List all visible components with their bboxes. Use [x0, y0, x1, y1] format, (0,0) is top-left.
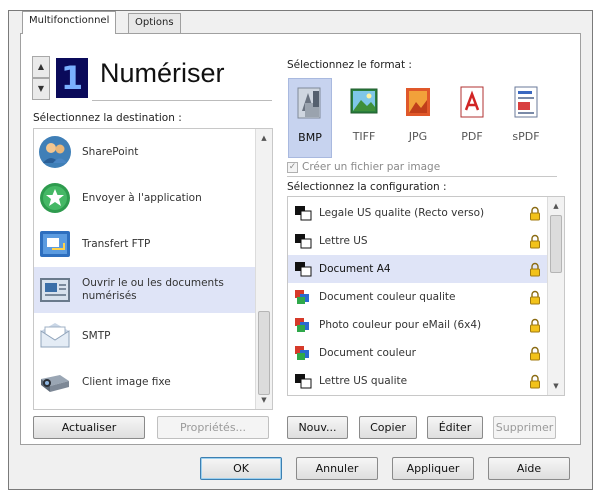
format-label-jpg: JPG: [408, 130, 428, 143]
config-item-label: Document A4: [319, 263, 391, 275]
destination-item-smtp[interactable]: SMTP: [34, 313, 255, 359]
config-item-label: Legale US qualite (Recto verso): [319, 207, 485, 219]
format-bmp[interactable]: BMP: [288, 78, 332, 158]
format-label-bmp: BMP: [298, 131, 322, 144]
apply-button[interactable]: Appliquer: [392, 457, 474, 480]
configuration-list[interactable]: Legale US qualite (Recto verso) Lettre U…: [287, 196, 565, 396]
format-spdf[interactable]: sPDF: [504, 78, 548, 158]
destination-item-open-documents[interactable]: Ouvrir le ou les documents numérisés: [34, 267, 255, 313]
destination-item-label-line1: Ouvrir le ou les documents: [82, 277, 224, 289]
spinner-up-arrow-icon[interactable]: ▲: [32, 56, 50, 78]
destination-item-send-to-app[interactable]: Envoyer à l'application: [34, 175, 255, 221]
properties-button: Propriétés...: [157, 416, 269, 439]
destination-item-label: Transfert FTP: [82, 237, 151, 250]
new-config-button[interactable]: Nouv...: [287, 416, 348, 439]
help-button[interactable]: Aide: [488, 457, 570, 480]
send-to-app-icon: [40, 183, 70, 213]
scrollbar-thumb[interactable]: [550, 215, 562, 273]
tab-options[interactable]: Options: [128, 13, 181, 33]
format-label-pdf: PDF: [461, 130, 483, 143]
ok-button[interactable]: OK: [200, 457, 282, 480]
config-item-document-couleur-qualite[interactable]: Document couleur qualite: [288, 283, 547, 311]
destination-item-label: SMTP: [82, 329, 111, 342]
format-label-spdf: sPDF: [512, 130, 540, 143]
destination-item-label: SharePoint: [82, 145, 139, 158]
lock-icon: [530, 290, 540, 304]
configuration-scrollbar[interactable]: ▲ ▼: [547, 197, 564, 395]
jpg-format-icon: [406, 88, 430, 116]
config-item-photo-couleur-email[interactable]: Photo couleur pour eMail (6x4): [288, 311, 547, 339]
config-item-document-couleur[interactable]: Document couleur: [288, 339, 547, 367]
edit-config-button[interactable]: Éditer: [427, 416, 483, 439]
config-item-label: Lettre US qualite: [319, 375, 408, 387]
color-config-icon: [295, 346, 309, 360]
copy-config-button[interactable]: Copier: [359, 416, 417, 439]
scroll-up-arrow-icon[interactable]: ▲: [548, 199, 564, 213]
pdf-format-icon: [460, 86, 484, 118]
smtp-icon: [40, 323, 70, 348]
lock-icon: [530, 262, 540, 276]
scroll-down-arrow-icon[interactable]: ▼: [548, 379, 564, 393]
format-jpg[interactable]: JPG: [396, 78, 440, 158]
tab-multifonctionnel[interactable]: Multifonctionnel: [22, 11, 117, 34]
config-item-legale-us-qualite[interactable]: Legale US qualite (Recto verso): [288, 199, 547, 227]
lock-icon: [530, 206, 540, 220]
color-config-icon: [295, 290, 309, 304]
destination-item-ftp[interactable]: Transfert FTP: [34, 221, 255, 267]
spdf-format-icon: [514, 86, 538, 118]
spinner-down-arrow-icon[interactable]: ▼: [32, 78, 50, 100]
open-documents-icon: [40, 278, 70, 302]
destination-label: Sélectionnez la destination :: [33, 112, 182, 124]
config-item-label: Document couleur qualite: [319, 291, 456, 303]
destination-list[interactable]: SharePoint Envoyer à l'application Trans…: [33, 128, 273, 410]
scroll-up-arrow-icon[interactable]: ▲: [256, 131, 272, 145]
bmp-format-icon: [297, 87, 321, 119]
configuration-label: Sélectionnez la configuration :: [287, 181, 447, 193]
page-title: Numériser: [100, 58, 225, 88]
color-config-icon: [295, 318, 309, 332]
bw-config-icon: [295, 234, 312, 249]
config-item-label: Lettre US: [319, 235, 368, 247]
destination-item-label: Envoyer à l'application: [82, 191, 202, 204]
scroll-down-arrow-icon[interactable]: ▼: [256, 393, 272, 407]
bw-config-icon: [295, 374, 312, 389]
destination-item-sharepoint[interactable]: SharePoint: [34, 129, 255, 175]
one-file-per-image-label: Créer un fichier par image: [302, 161, 441, 173]
one-file-per-image-checkbox[interactable]: ✓: [287, 162, 298, 173]
refresh-button[interactable]: Actualiser: [33, 416, 145, 439]
lock-icon: [530, 374, 540, 388]
format-label-tiff: TIFF: [352, 130, 376, 143]
config-item-label: Document couleur: [319, 347, 416, 359]
still-image-client-icon: [41, 375, 69, 392]
destination-item-still-image-client[interactable]: Client image fixe: [34, 359, 255, 405]
format-label: Sélectionnez le format :: [287, 59, 412, 71]
button-number-display: 1: [56, 58, 88, 98]
destination-item-label-line2: numérisés: [82, 290, 137, 302]
scrollbar-thumb[interactable]: [258, 311, 270, 395]
tiff-format-icon: [350, 88, 378, 114]
button-number-spinner[interactable]: ▲ ▼: [32, 56, 50, 100]
destination-item-label: Ouvrir le ou les documents numérisés: [82, 277, 224, 303]
config-item-document-a4[interactable]: Document A4: [288, 255, 547, 283]
format-pdf[interactable]: PDF: [450, 78, 494, 158]
bw-config-icon: [295, 206, 312, 221]
bw-config-icon: [295, 262, 312, 277]
config-item-lettre-us-qualite[interactable]: Lettre US qualite: [288, 367, 547, 395]
title-divider: [92, 100, 272, 101]
ftp-icon: [40, 231, 70, 257]
destination-scrollbar[interactable]: ▲ ▼: [255, 129, 272, 409]
lock-icon: [530, 318, 540, 332]
format-tiff[interactable]: TIFF: [342, 78, 386, 158]
lock-icon: [530, 346, 540, 360]
delete-config-button: Supprimer: [493, 416, 556, 439]
sharepoint-icon: [39, 136, 71, 168]
cancel-button[interactable]: Annuler: [296, 457, 378, 480]
config-item-label: Photo couleur pour eMail (6x4): [319, 319, 482, 331]
lock-icon: [530, 234, 540, 248]
config-item-lettre-us[interactable]: Lettre US: [288, 227, 547, 255]
destination-item-label: Client image fixe: [82, 375, 171, 388]
format-divider: [287, 176, 557, 177]
